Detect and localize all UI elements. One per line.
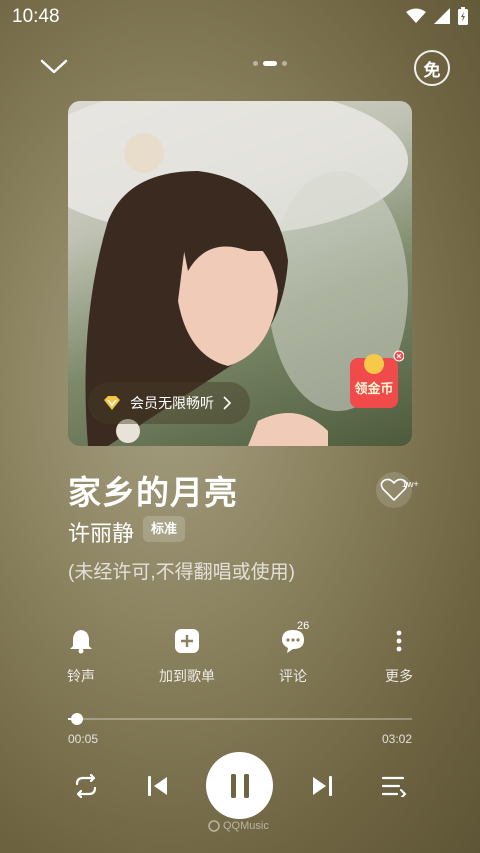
like-heart-icon[interactable] — [374, 470, 418, 510]
copyright-notice: (未经许可,不得翻唱或使用) — [68, 562, 295, 583]
next-icon — [313, 776, 332, 796]
more-label: 更多 — [385, 668, 413, 684]
repeat-icon — [75, 773, 97, 799]
chevron-right-icon — [223, 396, 232, 410]
brand-label: QQMusic — [223, 820, 269, 832]
bell-icon — [70, 630, 92, 654]
playlist-button[interactable] — [376, 768, 412, 804]
free-label: 免 — [423, 60, 441, 80]
page-dot — [282, 61, 287, 66]
wifi-icon — [406, 8, 426, 23]
qqmusic-logo-icon — [208, 820, 220, 832]
repeat-mode-button[interactable] — [68, 768, 104, 804]
previous-icon — [148, 776, 167, 796]
status-time: 10:48 — [12, 6, 60, 27]
diamond-icon — [104, 396, 120, 410]
quality-badge[interactable]: 标准 — [143, 516, 186, 542]
vip-unlimited-button[interactable]: 会员无限畅听 — [88, 382, 250, 424]
ringtone-label: 铃声 — [67, 668, 95, 684]
vip-label: 会员无限畅听 — [130, 395, 214, 411]
collapse-chevron-icon[interactable] — [38, 54, 70, 78]
next-button[interactable] — [304, 768, 340, 804]
current-time: 00:05 — [68, 732, 99, 746]
comment-button[interactable]: 评论 — [253, 624, 333, 686]
status-icons — [406, 7, 468, 25]
song-title: 家乡的月亮 — [68, 474, 238, 511]
status-bar: 10:48 — [0, 0, 480, 34]
add-to-playlist-button[interactable]: 加到歌单 — [147, 624, 227, 686]
more-button[interactable]: 更多 — [359, 624, 439, 686]
comment-label: 评论 — [279, 668, 307, 684]
battery-icon — [458, 7, 468, 25]
artist-name[interactable]: 许丽静 — [68, 516, 134, 548]
ringtone-button[interactable]: 铃声 — [41, 624, 121, 686]
playlist-icon — [381, 776, 407, 797]
pause-icon — [230, 773, 249, 798]
comment-count-badge: 26 — [297, 620, 310, 632]
page-dot-active — [263, 61, 277, 66]
progress-knob[interactable] — [71, 713, 84, 725]
add-to-playlist-icon — [175, 629, 199, 653]
progress-track[interactable] — [68, 713, 412, 725]
pause-button[interactable] — [206, 752, 273, 819]
gold-coin-promo[interactable]: 领金币 — [346, 350, 405, 410]
qqmusic-brand: QQMusic — [208, 820, 269, 832]
more-icon — [396, 630, 402, 652]
add-to-playlist-label: 加到歌单 — [159, 668, 215, 684]
promo-label: 领金币 — [354, 381, 394, 396]
previous-button[interactable] — [140, 768, 176, 804]
signal-icon — [434, 8, 450, 24]
like-count: 1w+ — [402, 479, 419, 489]
page-dot — [253, 61, 258, 66]
page-indicator[interactable] — [253, 61, 287, 66]
free-mode-button[interactable]: 免 — [414, 50, 450, 86]
total-time: 03:02 — [381, 732, 412, 746]
